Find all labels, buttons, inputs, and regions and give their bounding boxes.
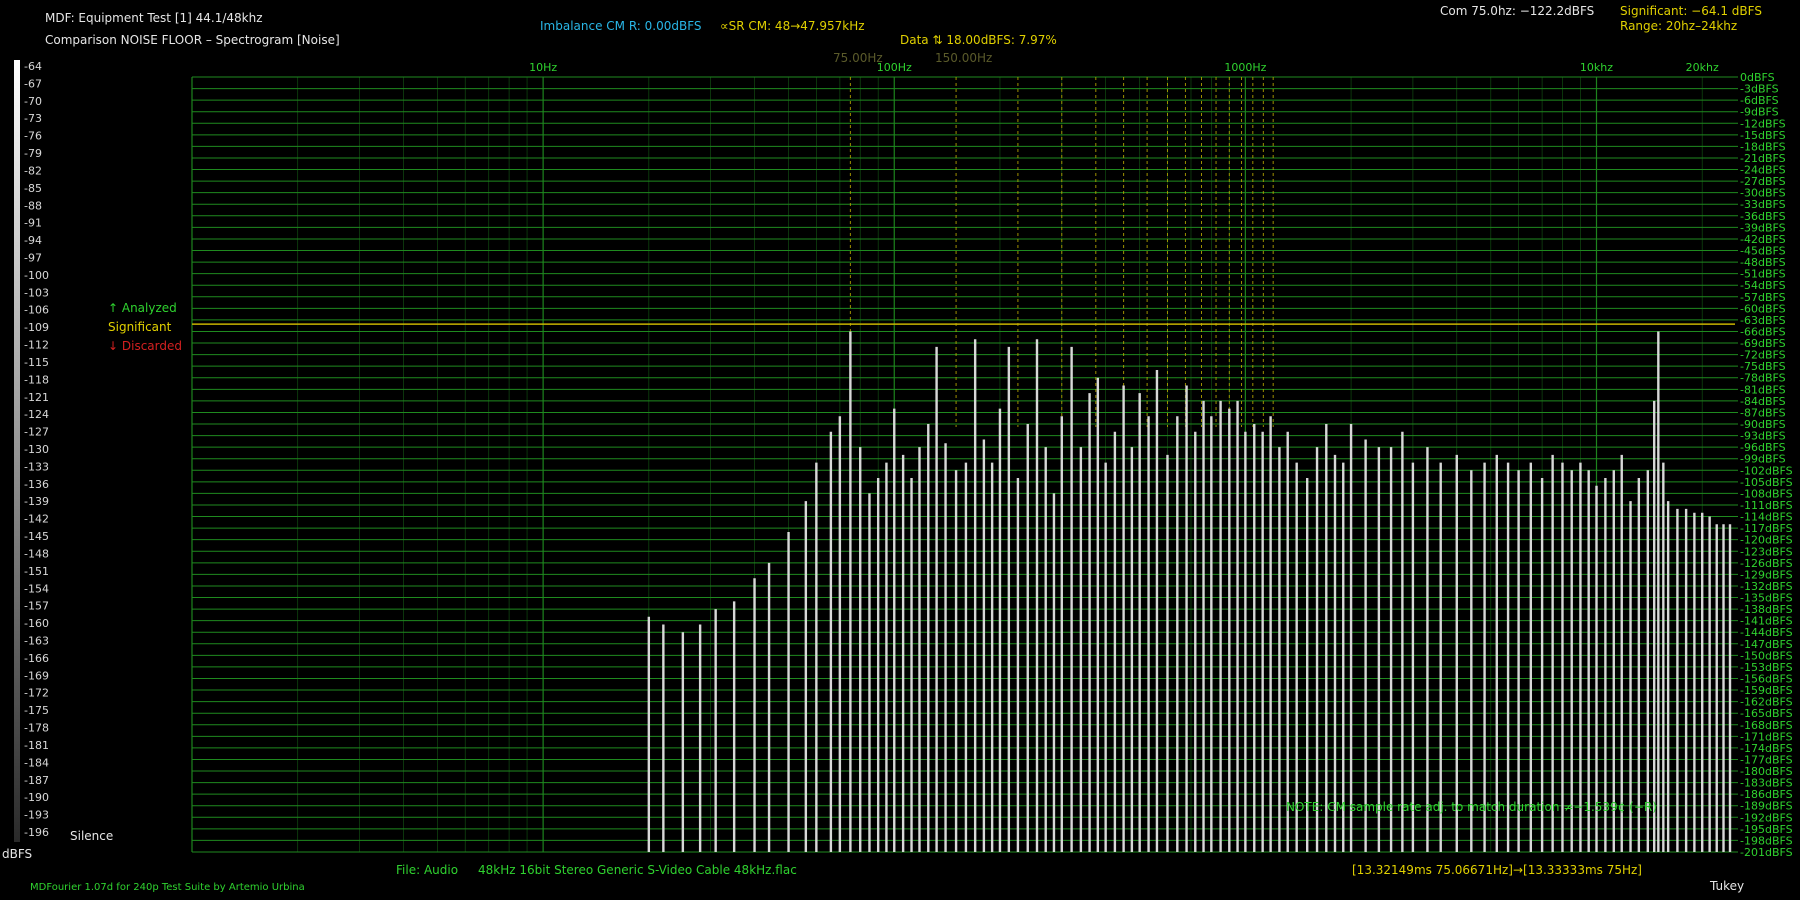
colorbar-tick-label: -148	[24, 547, 49, 560]
colorbar-tick-label: -172	[24, 687, 49, 700]
colorbar	[14, 60, 20, 842]
x-tick-label: 10khz	[1580, 61, 1613, 74]
window-name: Tukey	[1710, 879, 1745, 893]
legend-significant: Significant	[108, 320, 172, 334]
com-readout: Com 75.0hz: −122.2dBFS	[1440, 4, 1595, 18]
imbalance-readout: Imbalance CM R: 0.00dBFS	[540, 19, 702, 33]
colorbar-tick-label: -94	[24, 234, 42, 247]
spectrogram-chart: 0dBFS-3dBFS-6dBFS-9dBFS-12dBFS-15dBFS-18…	[14, 60, 1793, 859]
colorbar-tick-label: -73	[24, 112, 42, 125]
file-label: File: Audio	[396, 863, 459, 877]
colorbar-tick-label: -190	[24, 791, 49, 804]
colorbar-tick-label: -67	[24, 77, 42, 90]
y-tick-label: -201dBFS	[1740, 846, 1793, 859]
colorbar-tick-label: -106	[24, 304, 49, 317]
colorbar-tick-label: -118	[24, 373, 49, 386]
colorbar-tick-label: -157	[24, 600, 49, 613]
colorbar-tick-label: -178	[24, 722, 49, 735]
colorbar-tick-label: -136	[24, 478, 49, 491]
colorbar-tick-label: -130	[24, 443, 49, 456]
colorbar-unit-label: dBFS	[2, 847, 33, 861]
colorbar-tick-label: -64	[24, 60, 42, 73]
colorbar-tick-label: -196	[24, 826, 49, 839]
colorbar-silence-label: Silence	[70, 829, 114, 843]
sample-rate-readout: ∝SR CM: 48→47.957kHz	[720, 19, 865, 33]
colorbar-tick-label: -133	[24, 460, 49, 473]
colorbar-tick-label: -112	[24, 339, 49, 352]
file-name: 48kHz 16bit Stereo Generic S-Video Cable…	[478, 863, 797, 877]
colorbar-tick-label: -184	[24, 756, 49, 769]
credit-text: MDFourier 1.07d for 240p Test Suite by A…	[30, 882, 305, 893]
legend-discarded: ↓ Discarded	[108, 339, 182, 353]
colorbar-tick-label: -145	[24, 530, 49, 543]
colorbar-tick-label: -82	[24, 164, 42, 177]
marker-label-75hz: 75.00Hz	[833, 51, 883, 65]
significant-readout: Significant: −64.1 dBFS	[1620, 4, 1762, 18]
colorbar-tick-label: -160	[24, 617, 49, 630]
colorbar-tick-label: -154	[24, 582, 49, 595]
colorbar-tick-label: -139	[24, 495, 49, 508]
colorbar-tick-label: -79	[24, 147, 42, 160]
marker-label-150hz: 150.00Hz	[935, 51, 993, 65]
colorbar-tick-label: -124	[24, 408, 49, 421]
colorbar-tick-label: -151	[24, 565, 49, 578]
range-readout: Range: 20hz–24khz	[1620, 19, 1738, 33]
colorbar-tick-label: -166	[24, 652, 49, 665]
time-range: [13.32149ms 75.06671Hz]→[13.33333ms 75Hz…	[1352, 863, 1642, 877]
chart-title: MDF: Equipment Test [1] 44.1/48khz	[45, 11, 263, 25]
colorbar-tick-label: -163	[24, 635, 49, 648]
colorbar-tick-label: -175	[24, 704, 49, 717]
colorbar-tick-label: -187	[24, 774, 49, 787]
colorbar-tick-label: -88	[24, 199, 42, 212]
colorbar-tick-label: -121	[24, 391, 49, 404]
colorbar-tick-label: -103	[24, 286, 49, 299]
colorbar-tick-label: -76	[24, 130, 42, 143]
x-tick-label: 1000Hz	[1224, 61, 1266, 74]
x-tick-label: 10Hz	[529, 61, 557, 74]
colorbar-tick-label: -181	[24, 739, 49, 752]
colorbar-tick-label: -85	[24, 182, 42, 195]
colorbar-tick-label: -115	[24, 356, 49, 369]
x-tick-label: 20khz	[1686, 61, 1719, 74]
colorbar-tick-label: -109	[24, 321, 49, 334]
chart-subtitle: Comparison NOISE FLOOR – Spectrogram [No…	[45, 33, 340, 47]
data-readout: Data ⇅ 18.00dBFS: 7.97%	[900, 33, 1057, 47]
colorbar-tick-label: -127	[24, 426, 49, 439]
colorbar-tick-label: -100	[24, 269, 49, 282]
note-text: NOTE: CM sample rate adj. to match durat…	[1286, 800, 1657, 814]
colorbar-tick-label: -70	[24, 95, 42, 108]
colorbar-tick-label: -91	[24, 217, 42, 230]
colorbar-tick-label: -169	[24, 669, 49, 682]
colorbar-tick-label: -193	[24, 809, 49, 822]
colorbar-tick-label: -142	[24, 513, 49, 526]
colorbar-tick-label: -97	[24, 252, 42, 265]
legend-analyzed: ↑ Analyzed	[108, 301, 177, 315]
